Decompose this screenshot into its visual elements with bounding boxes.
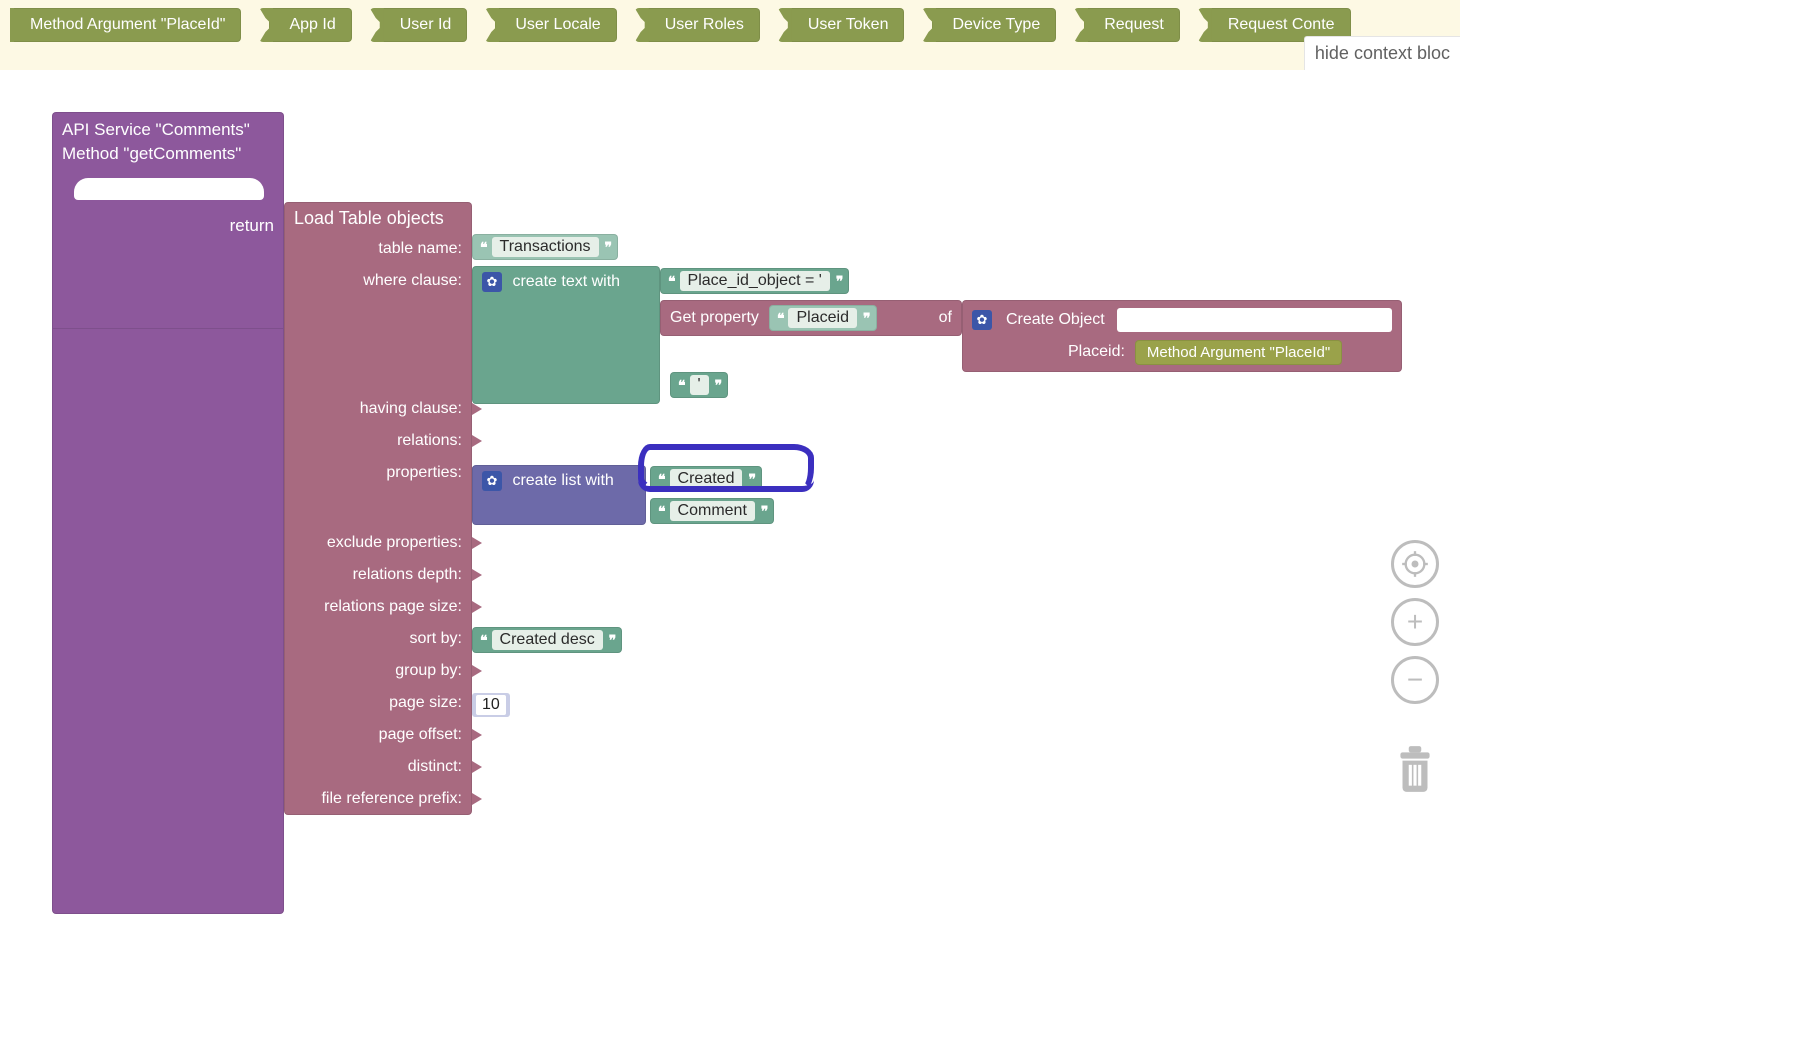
- context-block-method-argument-placeid[interactable]: Method Argument "PlaceId": [10, 8, 241, 42]
- row-relations-depth: relations depth:: [284, 559, 472, 591]
- context-block-user-id[interactable]: User Id: [380, 8, 468, 42]
- method-argument-placeid-ref[interactable]: Method Argument "PlaceId": [1135, 340, 1342, 365]
- hide-context-blocks-link[interactable]: hide context bloc: [1304, 36, 1460, 70]
- table-name-value[interactable]: Transactions: [492, 237, 599, 257]
- workspace-canvas[interactable]: API Service "Comments" Method "getCommen…: [0, 70, 1460, 860]
- row-where-clause: where clause:: [284, 265, 472, 393]
- center-view-button[interactable]: [1391, 540, 1439, 588]
- row-page-size: page size:: [284, 687, 472, 719]
- quote-open-icon: ❝: [777, 310, 783, 327]
- api-service-block[interactable]: API Service "Comments" Method "getCommen…: [52, 112, 284, 336]
- context-block-device-type[interactable]: Device Type: [932, 8, 1056, 42]
- context-block-user-token[interactable]: User Token: [788, 8, 905, 42]
- api-service-block-tail[interactable]: [52, 328, 284, 914]
- quote-close-icon: ❞: [605, 239, 611, 256]
- create-text-with-label: create text with: [512, 273, 620, 290]
- load-table-title: Load Table objects: [284, 202, 472, 233]
- sort-by-value[interactable]: Created desc: [492, 630, 603, 650]
- create-list-with-label: create list with: [512, 472, 613, 489]
- create-object-key: Placeid:: [1068, 343, 1125, 361]
- load-table-objects-block[interactable]: Load Table objects table name: where cla…: [284, 202, 472, 815]
- sort-by-value-block[interactable]: ❝ Created desc ❞: [472, 627, 622, 653]
- list-item-created-block[interactable]: ❝ Created ❞: [650, 466, 762, 492]
- quote-open-icon: ❝: [658, 471, 664, 488]
- quote-open-icon: ❝: [668, 273, 674, 290]
- gear-icon[interactable]: ✿: [482, 272, 502, 292]
- row-distinct: distinct:: [284, 751, 472, 783]
- quote-open-icon: ❝: [480, 239, 486, 256]
- create-object-empty-slot[interactable]: [1117, 308, 1392, 332]
- quote-open-icon: ❝: [678, 377, 684, 394]
- quote-open-icon: ❝: [658, 503, 664, 520]
- service-body-notch: [74, 178, 264, 200]
- zoom-in-button[interactable]: +: [1391, 598, 1439, 646]
- closing-quote-value[interactable]: ': [690, 375, 709, 395]
- property-name-value[interactable]: Placeid: [788, 308, 856, 328]
- table-name-value-block[interactable]: ❝ Transactions ❞: [472, 234, 618, 260]
- get-property-label: Get property: [670, 309, 759, 327]
- row-file-reference-prefix: file reference prefix:: [284, 783, 472, 815]
- row-relations: relations:: [284, 425, 472, 457]
- return-label: return: [230, 216, 274, 236]
- row-sort-by: sort by:: [284, 623, 472, 655]
- quote-close-icon: ❞: [836, 273, 842, 290]
- where-literal-block[interactable]: ❝ Place_id_object = ' ❞: [660, 268, 849, 294]
- list-item-comment-block[interactable]: ❝ Comment ❞: [650, 498, 774, 524]
- context-block-user-roles[interactable]: User Roles: [645, 8, 760, 42]
- create-list-with-block[interactable]: ✿ create list with: [472, 465, 646, 525]
- row-relations-page-size: relations page size:: [284, 591, 472, 623]
- context-blocks: Method Argument "PlaceId" App Id User Id…: [10, 8, 1450, 42]
- service-method: Method "getComments": [62, 142, 274, 166]
- row-having-clause: having clause:: [284, 393, 472, 425]
- row-exclude-properties: exclude properties:: [284, 527, 472, 559]
- workspace-tools: + −: [1390, 540, 1440, 794]
- where-literal-value[interactable]: Place_id_object = ': [680, 271, 830, 291]
- of-label: of: [939, 309, 952, 327]
- get-property-block[interactable]: Get property ❝ Placeid ❞ of: [660, 300, 962, 336]
- create-text-with-block[interactable]: ✿ create text with: [472, 266, 660, 404]
- list-item-comment-value[interactable]: Comment: [670, 501, 755, 521]
- quote-close-icon: ❞: [715, 377, 721, 394]
- closing-quote-block[interactable]: ❝ ' ❞: [670, 372, 728, 398]
- gear-icon[interactable]: ✿: [972, 310, 992, 330]
- row-group-by: group by:: [284, 655, 472, 687]
- create-object-label: Create Object: [1006, 311, 1105, 329]
- row-table-name: table name:: [284, 233, 472, 265]
- context-block-user-locale[interactable]: User Locale: [495, 8, 616, 42]
- trash-button[interactable]: [1390, 744, 1440, 794]
- quote-close-icon: ❞: [863, 310, 869, 327]
- zoom-out-button[interactable]: −: [1391, 656, 1439, 704]
- quote-close-icon: ❞: [748, 471, 754, 488]
- property-name-block[interactable]: ❝ Placeid ❞: [769, 305, 877, 331]
- page-size-value[interactable]: 10: [476, 695, 506, 715]
- context-block-app-id[interactable]: App Id: [269, 8, 351, 42]
- gear-icon[interactable]: ✿: [482, 471, 502, 491]
- quote-close-icon: ❞: [609, 632, 615, 649]
- list-item-created-value[interactable]: Created: [670, 469, 743, 489]
- service-title: API Service "Comments": [62, 118, 274, 142]
- quote-open-icon: ❝: [480, 632, 486, 649]
- quote-close-icon: ❞: [761, 503, 767, 520]
- page-size-value-block[interactable]: 10: [472, 693, 510, 717]
- context-block-request[interactable]: Request: [1084, 8, 1180, 42]
- row-properties: properties:: [284, 457, 472, 527]
- context-bar: Method Argument "PlaceId" App Id User Id…: [0, 0, 1460, 70]
- row-page-offset: page offset:: [284, 719, 472, 751]
- create-object-block[interactable]: ✿ Create Object Placeid: Method Argument…: [962, 300, 1402, 372]
